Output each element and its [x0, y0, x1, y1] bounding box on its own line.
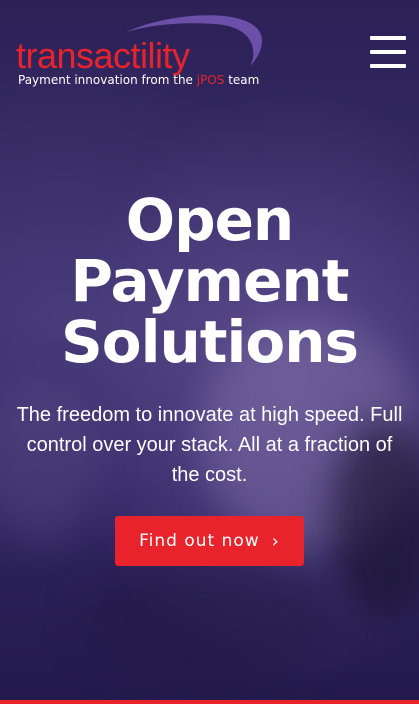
site-header: transactility Payment innovation from th… [0, 0, 419, 100]
background-photo-blur [80, 560, 340, 680]
headline-line: Open [125, 186, 294, 254]
headline-line: Solutions [60, 308, 359, 376]
logo-tagline: Payment innovation from the jPOS team [18, 73, 259, 87]
logo-wordmark: transactility [16, 35, 190, 76]
cta-label: Find out now [139, 531, 260, 551]
transactility-logo[interactable]: transactility Payment innovation from th… [14, 12, 274, 96]
headline-line: Payment [70, 247, 350, 315]
hero-section: transactility Payment innovation from th… [0, 0, 419, 704]
tagline-suffix: team [224, 73, 260, 87]
hero-headline: Open Payment Solutions [0, 190, 419, 373]
menu-bar [370, 64, 406, 68]
tagline-prefix: Payment innovation from the [18, 73, 197, 87]
menu-bar [370, 36, 406, 40]
chevron-right-icon: › [271, 530, 280, 552]
bottom-accent-line [0, 700, 419, 704]
menu-bar [370, 50, 406, 54]
tagline-accent: jPOS [196, 73, 225, 87]
find-out-now-button[interactable]: Find out now › [115, 516, 304, 566]
hero-subtext: The freedom to innovate at high speed. F… [16, 404, 403, 486]
hamburger-menu-icon[interactable] [370, 36, 406, 68]
